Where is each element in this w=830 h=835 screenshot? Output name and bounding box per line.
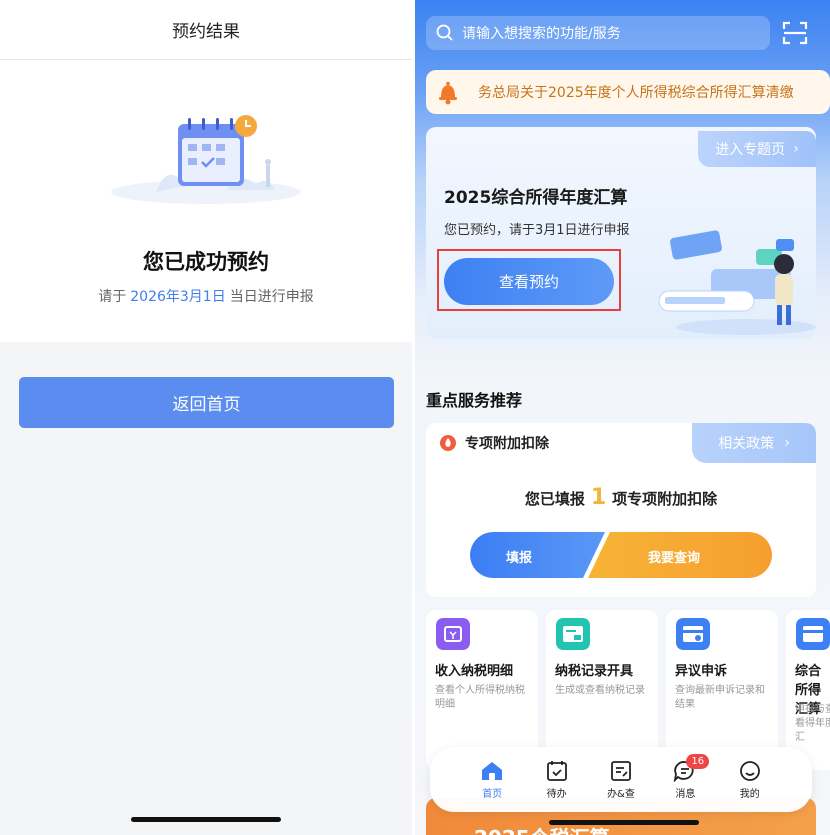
income-detail-icon [436,618,470,650]
card-description: 查询最新申诉记录和结果 [675,685,765,710]
edit-document-icon [611,760,631,781]
smiley-icon [739,760,760,781]
success-title: 您已成功预约 [143,250,269,274]
tax-record-icon [556,618,590,650]
appointment-date: 2026年3月1日 [130,289,226,305]
filled-prefix: 您已填报 [524,490,585,508]
annual-title: 2025综合所得年度汇算 [444,188,628,208]
message-badge: 16 [686,753,710,769]
enter-topic-button[interactable]: 进入专题页 › [698,131,816,167]
bell-icon [439,81,457,105]
related-policy-button[interactable]: 相关政策 › [692,423,816,463]
appointment-result-screen: 预约结果 您已成功预约 请于 2026年3月1日 当日进行申报 返回首页 [0,0,412,835]
success-prefix: 请于 [98,289,127,305]
filled-count: 1 [590,485,607,510]
success-panel: 您已成功预约 请于 2026年3月1日 当日进行申报 [0,60,412,342]
fill-button[interactable]: 填报 [506,547,532,566]
calendar-check-icon [546,760,567,781]
tab-label: 我的 [739,788,760,800]
page-header: 预约结果 [0,0,412,60]
notice-text: 务总局关于2025年度个人所得税综合所得汇算清缴 [478,85,794,101]
home-icon [482,761,503,780]
special-deduction-card: 专项附加扣除 相关政策 › 您已填报 1 项专项附加扣除 填报 我要查询 [426,423,816,597]
card-title: 异议申诉 [675,664,728,679]
fire-icon [440,435,456,451]
card-description: 申报与查看得年度汇 [795,704,830,743]
deduction-header: 专项附加扣除 [439,433,549,453]
annual-subtitle: 您已预约，请于3月1日进行申报 [444,223,630,238]
annual-settlement-icon [796,618,830,650]
query-button[interactable]: 我要查询 [648,547,700,566]
tab-mine[interactable]: 我的 [725,760,775,800]
search-input[interactable]: 请输入想搜索的功能/服务 [426,16,770,50]
tab-todo[interactable]: 待办 [532,760,582,800]
service-card-annual[interactable]: 综合所得汇算 申报与查看得年度汇 [786,610,830,770]
success-subtitle: 请于 2026年3月1日 当日进行申报 [0,286,412,306]
tax-app-home-screen: 请输入想搜索的功能/服务 务总局关于2025年度个人所得税综合所得汇算清缴 进入… [415,0,830,835]
card-title: 纳税记录开具 [555,664,634,679]
scan-icon[interactable] [782,20,808,46]
search-placeholder: 请输入想搜索的功能/服务 [462,26,621,42]
card-description: 查看个人所得税纳税明细 [435,685,525,710]
success-suffix: 当日进行申报 [229,289,314,305]
tab-label: 消息 [675,788,696,800]
tab-label: 首页 [482,788,503,800]
bottom-tab-bar: 首页 待办 办&查 消息 16 我的 [430,747,812,812]
card-title: 收入纳税明细 [435,664,514,679]
search-icon [436,24,453,41]
service-card-appeal[interactable]: 异议申诉 查询最新申诉记录和结果 [666,610,778,770]
service-card-income-tax[interactable]: 收入纳税明细 查看个人所得税纳税明细 [426,610,538,770]
service-card-tax-record[interactable]: 纳税记录开具 生成或查看纳税记录 [546,610,658,770]
appeal-icon [676,618,710,650]
home-indicator [549,820,699,825]
home-indicator [131,817,281,822]
enter-topic-label: 进入专题页 [715,142,786,158]
tax-filing-illustration [658,230,816,335]
policy-label: 相关政策 [718,436,775,452]
chevron-right-icon: › [784,435,790,451]
tab-label: 待办 [546,788,567,800]
page-title: 预约结果 [172,22,240,42]
tab-handle-query[interactable]: 办&查 [596,760,646,800]
tab-home[interactable]: 首页 [467,760,517,800]
tab-label: 办&查 [607,788,635,800]
back-home-button[interactable]: 返回首页 [19,377,394,428]
card-description: 生成或查看纳税记录 [555,685,645,696]
filled-summary: 您已填报 1 项专项附加扣除 [426,485,816,510]
tab-messages[interactable]: 消息 16 [660,753,710,800]
filled-suffix: 项专项附加扣除 [612,490,718,508]
deduction-title: 专项附加扣除 [465,436,549,452]
section-title: 重点服务推荐 [426,391,523,410]
highlight-box [437,249,621,311]
annual-settlement-card: 进入专题页 › 2025综合所得年度汇算 您已预约，请于3月1日进行申报 查看预… [426,127,816,339]
calendar-illustration [111,115,301,204]
chevron-right-icon: › [793,141,799,157]
notice-banner[interactable]: 务总局关于2025年度个人所得税综合所得汇算清缴 [426,70,830,114]
